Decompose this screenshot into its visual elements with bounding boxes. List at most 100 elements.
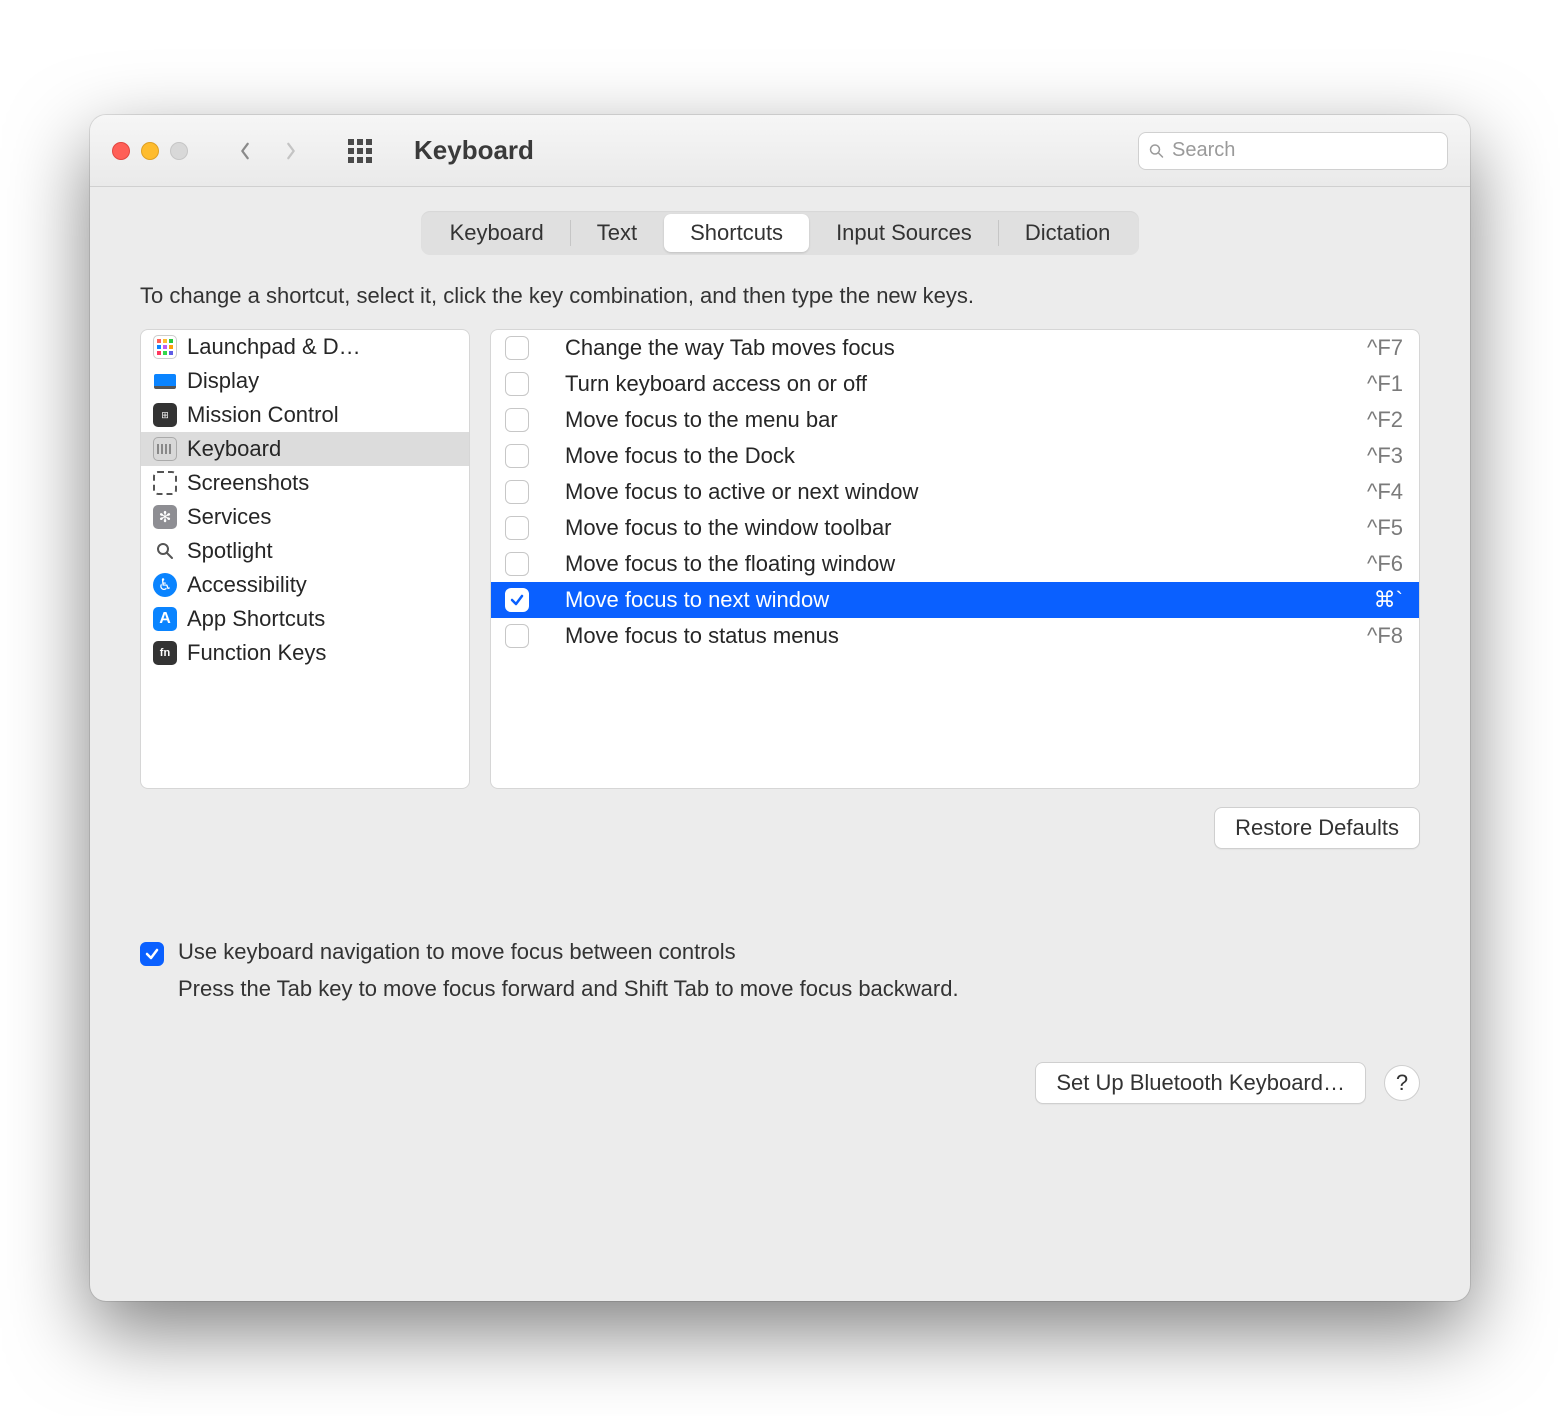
shortcut-list[interactable]: Change the way Tab moves focus ^F7 Turn ke… xyxy=(490,329,1420,789)
shortcut-checkbox[interactable] xyxy=(505,480,529,504)
category-keyboard[interactable]: Keyboard xyxy=(141,432,469,466)
accessibility-icon: ♿︎ xyxy=(153,573,177,597)
keyboard-nav-checkbox[interactable] xyxy=(140,942,164,966)
shortcut-label: Change the way Tab moves focus xyxy=(549,335,1347,361)
category-fn[interactable]: fn Function Keys xyxy=(141,636,469,670)
screenshot-icon xyxy=(153,471,177,495)
category-label: Screenshots xyxy=(187,470,309,496)
shortcut-checkbox[interactable] xyxy=(505,444,529,468)
footer-row: Set Up Bluetooth Keyboard… ? xyxy=(140,1062,1420,1104)
shortcut-key[interactable]: ^F2 xyxy=(1367,407,1403,433)
shortcut-row[interactable]: Move focus to next window ⌘` xyxy=(491,582,1419,618)
shortcut-row[interactable]: Move focus to the menu bar ^F2 xyxy=(491,402,1419,438)
category-accessibility[interactable]: ♿︎ Accessibility xyxy=(141,568,469,602)
forward-icon[interactable] xyxy=(282,142,300,160)
shortcut-checkbox[interactable] xyxy=(505,552,529,576)
shortcut-row[interactable]: Change the way Tab moves focus ^F7 xyxy=(491,330,1419,366)
category-label: Spotlight xyxy=(187,538,273,564)
tab-shortcuts[interactable]: Shortcuts xyxy=(664,214,809,252)
split-view: Launchpad & D… Display ⊞ Mission Control Key… xyxy=(140,329,1420,789)
tabbar: KeyboardTextShortcutsInput SourcesDictat… xyxy=(421,211,1140,255)
shortcut-row[interactable]: Move focus to active or next window ^F4 xyxy=(491,474,1419,510)
category-display[interactable]: Display xyxy=(141,364,469,398)
tab-input-sources[interactable]: Input Sources xyxy=(810,214,998,252)
shortcut-key[interactable]: ^F3 xyxy=(1367,443,1403,469)
help-button[interactable]: ? xyxy=(1384,1065,1420,1101)
shortcut-label: Move focus to the menu bar xyxy=(549,407,1347,433)
shortcut-key[interactable]: ^F1 xyxy=(1367,371,1403,397)
shortcut-checkbox[interactable] xyxy=(505,372,529,396)
titlebar: Keyboard xyxy=(90,115,1470,187)
shortcut-checkbox[interactable] xyxy=(505,624,529,648)
shortcut-label: Move focus to the window toolbar xyxy=(549,515,1347,541)
search-input[interactable] xyxy=(1172,139,1437,162)
category-label: Launchpad & D… xyxy=(187,334,361,360)
category-apps[interactable]: A App Shortcuts xyxy=(141,602,469,636)
preferences-window: Keyboard KeyboardTextShortcutsInput Sour… xyxy=(90,115,1470,1301)
minimize-window-button[interactable] xyxy=(141,142,159,160)
nav-buttons xyxy=(236,142,300,160)
shortcut-label: Move focus to the Dock xyxy=(549,443,1347,469)
shortcut-label: Turn keyboard access on or off xyxy=(549,371,1347,397)
search-field[interactable] xyxy=(1138,132,1448,170)
page-title: Keyboard xyxy=(414,135,534,166)
display-icon xyxy=(153,369,177,393)
close-window-button[interactable] xyxy=(112,142,130,160)
back-icon[interactable] xyxy=(236,142,254,160)
shortcut-row[interactable]: Turn keyboard access on or off ^F1 xyxy=(491,366,1419,402)
fn-icon: fn xyxy=(153,641,177,665)
tab-dictation[interactable]: Dictation xyxy=(999,214,1137,252)
category-list[interactable]: Launchpad & D… Display ⊞ Mission Control Key… xyxy=(140,329,470,789)
restore-defaults-button[interactable]: Restore Defaults xyxy=(1214,807,1420,849)
shortcut-row[interactable]: Move focus to the floating window ^F6 xyxy=(491,546,1419,582)
shortcut-key[interactable]: ^F8 xyxy=(1367,623,1403,649)
window-controls xyxy=(112,142,188,160)
category-launchpad[interactable]: Launchpad & D… xyxy=(141,330,469,364)
shortcut-row[interactable]: Move focus to status menus ^F8 xyxy=(491,618,1419,654)
content-area: KeyboardTextShortcutsInput SourcesDictat… xyxy=(90,187,1470,1301)
launchpad-icon xyxy=(153,335,177,359)
category-label: Mission Control xyxy=(187,402,339,428)
shortcut-row[interactable]: Move focus to the Dock ^F3 xyxy=(491,438,1419,474)
category-mission[interactable]: ⊞ Mission Control xyxy=(141,398,469,432)
bluetooth-keyboard-button[interactable]: Set Up Bluetooth Keyboard… xyxy=(1035,1062,1366,1104)
zoom-window-button[interactable] xyxy=(170,142,188,160)
shortcut-key[interactable]: ^F6 xyxy=(1367,551,1403,577)
shortcut-key[interactable]: ⌘` xyxy=(1374,587,1403,613)
show-all-icon[interactable] xyxy=(348,139,372,163)
search-icon xyxy=(1149,141,1164,161)
category-label: App Shortcuts xyxy=(187,606,325,632)
keyboard-nav-label: Use keyboard navigation to move focus be… xyxy=(178,939,736,965)
category-services[interactable]: ✻ Services xyxy=(141,500,469,534)
shortcut-key[interactable]: ^F5 xyxy=(1367,515,1403,541)
shortcut-label: Move focus to the floating window xyxy=(549,551,1347,577)
shortcut-row[interactable]: Move focus to the window toolbar ^F5 xyxy=(491,510,1419,546)
shortcut-key[interactable]: ^F7 xyxy=(1367,335,1403,361)
category-label: Services xyxy=(187,504,271,530)
checkmark-icon xyxy=(144,946,160,962)
shortcut-label: Move focus to active or next window xyxy=(549,479,1347,505)
category-label: Function Keys xyxy=(187,640,326,666)
services-icon: ✻ xyxy=(153,505,177,529)
restore-row: Restore Defaults xyxy=(140,807,1420,849)
shortcut-checkbox[interactable] xyxy=(505,588,529,612)
shortcut-label: Move focus to next window xyxy=(549,587,1354,613)
shortcut-checkbox[interactable] xyxy=(505,336,529,360)
mission-icon: ⊞ xyxy=(153,403,177,427)
tab-text[interactable]: Text xyxy=(571,214,663,252)
category-screenshot[interactable]: Screenshots xyxy=(141,466,469,500)
keyboard-icon xyxy=(153,437,177,461)
keyboard-nav-sublabel: Press the Tab key to move focus forward … xyxy=(178,976,1420,1002)
apps-icon: A xyxy=(153,607,177,631)
category-label: Keyboard xyxy=(187,436,281,462)
shortcut-checkbox[interactable] xyxy=(505,408,529,432)
tab-keyboard[interactable]: Keyboard xyxy=(424,214,570,252)
shortcut-checkbox[interactable] xyxy=(505,516,529,540)
checkmark-icon xyxy=(509,592,525,608)
category-spotlight[interactable]: Spotlight xyxy=(141,534,469,568)
category-label: Accessibility xyxy=(187,572,307,598)
keyboard-nav-option: Use keyboard navigation to move focus be… xyxy=(140,939,1420,966)
shortcut-key[interactable]: ^F4 xyxy=(1367,479,1403,505)
instruction-text: To change a shortcut, select it, click t… xyxy=(140,283,1420,309)
shortcut-label: Move focus to status menus xyxy=(549,623,1347,649)
